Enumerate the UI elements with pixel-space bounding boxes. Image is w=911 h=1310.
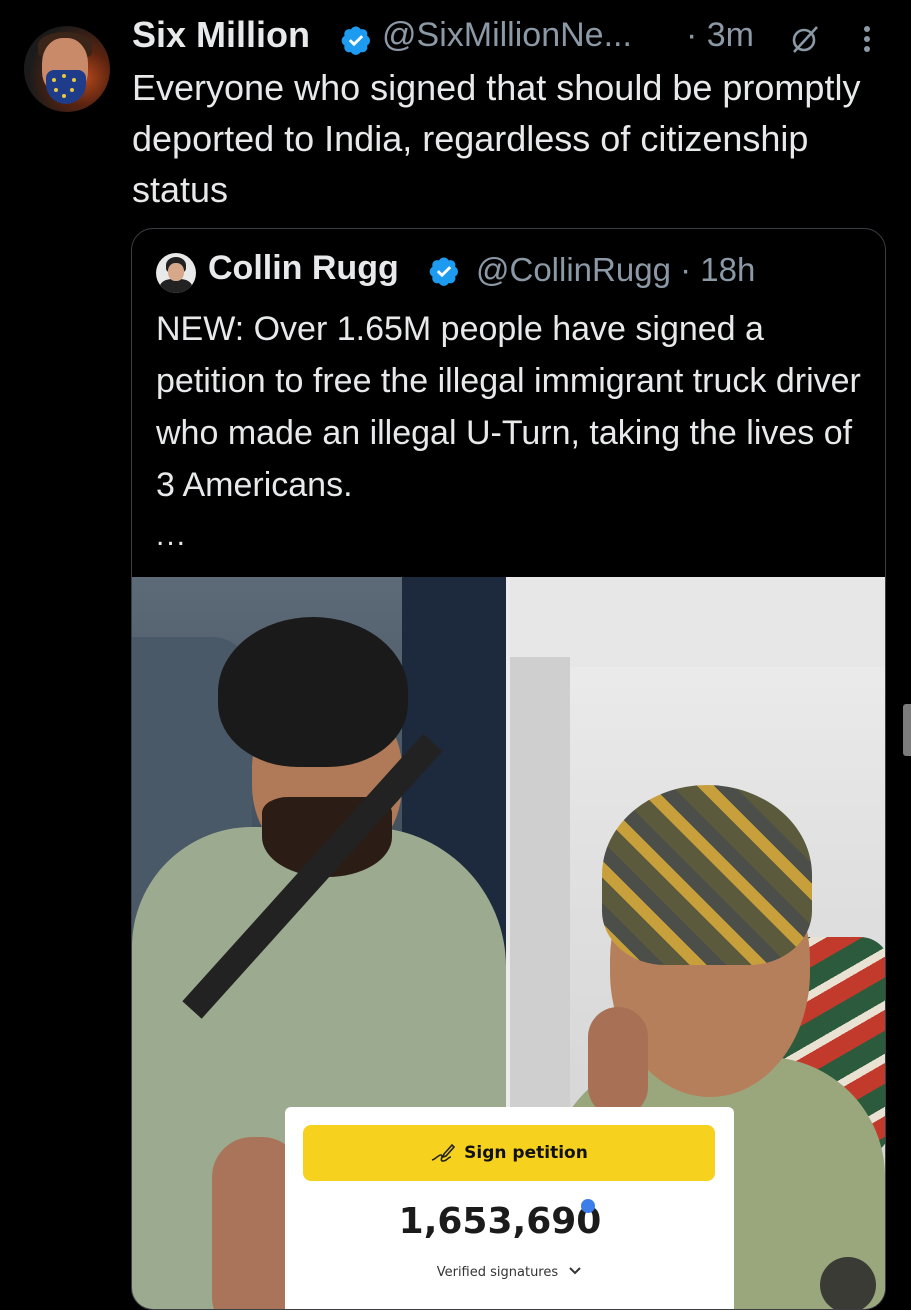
quoted-tweet[interactable]: Collin Rugg @CollinRugg · 18h NEW: Over … — [131, 228, 886, 1310]
quoted-author-handle[interactable]: @CollinRugg · 18h — [476, 251, 755, 289]
media-sound-icon[interactable] — [820, 1257, 876, 1309]
author-avatar[interactable] — [24, 26, 110, 112]
signature-count: 1,653,690 — [398, 1201, 602, 1242]
chevron-down-icon — [569, 1267, 581, 1275]
more-options-icon[interactable] — [858, 22, 876, 62]
quoted-tweet-text: NEW: Over 1.65M people have signed a pet… — [156, 310, 861, 504]
signature-count-label: Verified signatures — [285, 1265, 734, 1280]
verified-badge-icon — [429, 257, 458, 286]
sign-petition-label: Sign petition — [464, 1143, 588, 1163]
grok-icon[interactable] — [790, 24, 820, 54]
author-name[interactable]: Six Million — [132, 14, 310, 56]
tweet-time[interactable]: · 3m — [686, 16, 754, 55]
tweet-text: Everyone who signed that should be promp… — [132, 67, 861, 210]
scrollbar-thumb[interactable] — [903, 704, 911, 756]
quoted-author-avatar[interactable] — [156, 253, 196, 293]
verified-badge-icon — [341, 26, 370, 55]
verified-signature-icon — [581, 1199, 595, 1213]
signature-pen-icon — [431, 1143, 456, 1162]
avatar-mask — [46, 70, 86, 104]
quoted-author-name[interactable]: Collin Rugg — [208, 249, 399, 288]
author-handle[interactable]: @SixMillionNe... — [382, 16, 632, 55]
quoted-media-image[interactable]: Sign petition 1,653,690 Verified signatu… — [132, 577, 885, 1309]
show-more-ellipsis[interactable]: ... — [156, 519, 187, 553]
sign-petition-button: Sign petition — [303, 1125, 715, 1181]
